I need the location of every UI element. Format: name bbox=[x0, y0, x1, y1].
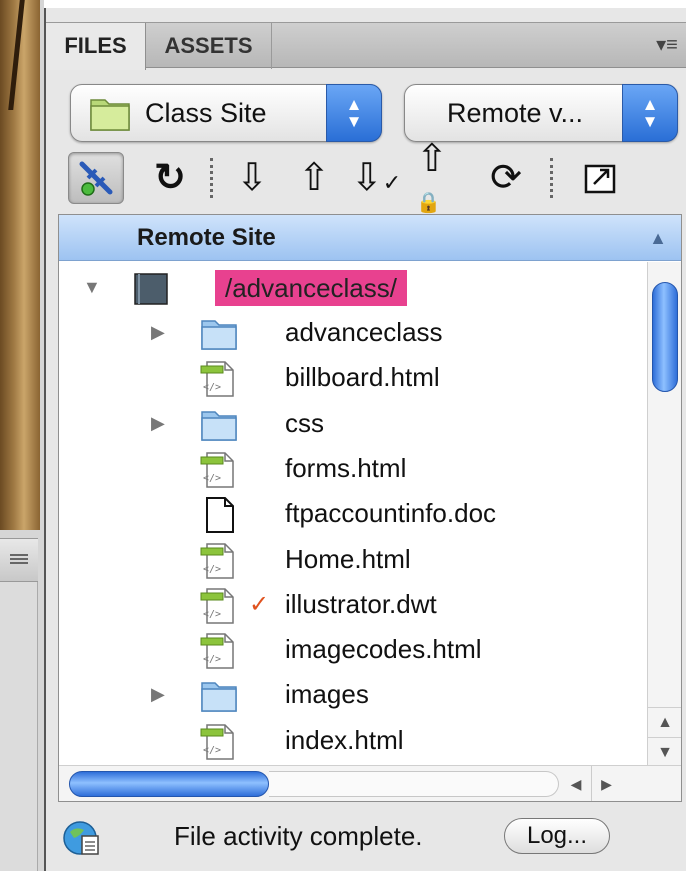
expand-triangle-icon[interactable]: ▶ bbox=[151, 413, 165, 433]
status-bar: File activity complete. Log... bbox=[46, 808, 686, 864]
html-file-icon: </> bbox=[200, 452, 234, 488]
site-select-value: Class Site bbox=[145, 98, 267, 128]
synchronize-icon: ⟳ bbox=[490, 157, 522, 199]
list-item[interactable]: ▶ advanceclass bbox=[59, 310, 639, 355]
collapse-triangle-icon[interactable]: ▼ bbox=[83, 277, 101, 297]
status-message: File activity complete. bbox=[174, 821, 423, 851]
horizontal-scroll-thumb[interactable] bbox=[69, 771, 269, 797]
put-files-button[interactable]: ⇧ bbox=[290, 154, 338, 202]
expand-triangle-icon[interactable]: ▶ bbox=[151, 322, 165, 342]
panel-tab-bar: FILES ASSETS ▾≡ bbox=[46, 22, 686, 70]
refresh-icon: ↻ bbox=[154, 157, 186, 199]
vertical-scroll-thumb[interactable] bbox=[652, 282, 678, 392]
list-item[interactable]: </> ✓ illustrator.dwt bbox=[59, 582, 639, 627]
tab-files[interactable]: FILES bbox=[46, 23, 146, 70]
file-name: illustrator.dwt bbox=[285, 588, 437, 619]
refresh-button[interactable]: ↻ bbox=[146, 154, 194, 202]
put-files-icon: ⇧ bbox=[298, 157, 330, 199]
svg-text:</>: </> bbox=[203, 745, 221, 756]
file-name: index.html bbox=[285, 724, 404, 755]
html-file-icon: </> bbox=[200, 542, 234, 579]
horizontal-scrollbar[interactable]: ◀ ▶ bbox=[59, 765, 681, 801]
list-header-title: Remote Site bbox=[137, 224, 276, 251]
list-item[interactable]: </> forms.html bbox=[59, 446, 639, 491]
site-folder-icon bbox=[90, 99, 130, 131]
site-select-arrows-icon: ▲ ▼ bbox=[326, 84, 382, 142]
expand-icon bbox=[584, 164, 616, 194]
remote-file-list: Remote Site ▲ ▼ /advanceclass/ ▶ advancec… bbox=[58, 214, 682, 802]
check-in-button[interactable]: ⇧🔒 bbox=[416, 140, 464, 213]
file-name: advanceclass bbox=[285, 317, 443, 347]
svg-text:</>: </> bbox=[203, 382, 221, 393]
list-item[interactable]: </> Home.html bbox=[59, 537, 639, 582]
check-in-icon: ⇧🔒 bbox=[416, 138, 448, 214]
list-item[interactable]: ftpaccountinfo.doc bbox=[59, 491, 639, 536]
svg-text:</>: </> bbox=[203, 564, 221, 575]
svg-text:</>: </> bbox=[203, 609, 221, 620]
root-folder-row[interactable]: ▼ /advanceclass/ bbox=[59, 265, 639, 310]
file-name: css bbox=[285, 407, 324, 438]
get-files-icon: ⇩ bbox=[236, 157, 268, 199]
scroll-right-arrow-icon[interactable]: ▶ bbox=[591, 766, 621, 801]
view-select-value: Remote v... bbox=[447, 98, 584, 128]
connect-button[interactable] bbox=[68, 152, 124, 204]
html-file-icon: </> bbox=[200, 361, 234, 398]
list-item[interactable]: </> imagecodes.html bbox=[59, 627, 639, 672]
root-folder-name: /advanceclass/ bbox=[215, 270, 407, 306]
sort-ascending-icon: ▲ bbox=[649, 228, 667, 248]
list-item[interactable]: ▶ css bbox=[59, 401, 639, 446]
grip-icon bbox=[10, 554, 28, 566]
log-button[interactable]: Log... bbox=[504, 818, 610, 854]
view-select[interactable]: Remote v... ▲ ▼ bbox=[404, 84, 678, 142]
file-activity-icon[interactable] bbox=[62, 818, 102, 858]
list-item[interactable]: </> billboard.html bbox=[59, 355, 639, 400]
list-item[interactable]: ▶ images bbox=[59, 672, 639, 717]
horizontal-scroll-track[interactable] bbox=[269, 771, 559, 797]
list-item[interactable]: </> index.html bbox=[59, 718, 639, 763]
folder-icon bbox=[201, 410, 237, 441]
folder-icon bbox=[201, 682, 237, 713]
expand-triangle-icon[interactable]: ▶ bbox=[151, 684, 165, 704]
toolbar-separator bbox=[550, 158, 553, 198]
connect-icon bbox=[79, 161, 113, 196]
folder-icon bbox=[201, 320, 237, 350]
scroll-down-arrow-icon[interactable]: ▼ bbox=[648, 737, 681, 767]
get-files-button[interactable]: ⇩ bbox=[228, 154, 276, 202]
background-panel bbox=[0, 582, 38, 871]
panel-resize-handle[interactable] bbox=[0, 538, 38, 582]
file-name: images bbox=[285, 679, 369, 710]
tab-assets[interactable]: ASSETS bbox=[146, 23, 272, 69]
check-out-button[interactable]: ⇩✓ bbox=[350, 154, 402, 202]
checked-out-icon: ✓ bbox=[249, 590, 270, 618]
expand-button[interactable] bbox=[576, 154, 624, 202]
file-name: Home.html bbox=[285, 543, 411, 574]
scroll-left-arrow-icon[interactable]: ◀ bbox=[561, 766, 591, 801]
files-panel: FILES ASSETS ▾≡ Class Site ▲ ▼ Remote v..… bbox=[44, 8, 686, 871]
document-icon bbox=[206, 497, 234, 534]
background-window bbox=[0, 0, 44, 871]
toolbar-separator bbox=[210, 158, 213, 198]
remote-folder-icon bbox=[134, 273, 168, 305]
file-name: ftpaccountinfo.doc bbox=[285, 498, 497, 529]
svg-text:</>: </> bbox=[203, 654, 221, 665]
synchronize-button[interactable]: ⟳ bbox=[482, 154, 530, 202]
scroll-up-arrow-icon[interactable]: ▲ bbox=[648, 707, 681, 737]
file-name: forms.html bbox=[285, 452, 407, 483]
svg-text:</>: </> bbox=[203, 473, 221, 484]
file-name: billboard.html bbox=[285, 362, 440, 393]
file-name: imagecodes.html bbox=[285, 634, 482, 665]
html-file-icon: </> bbox=[200, 633, 234, 669]
files-toolbar: ↻ ⇩ ⇧ ⇩✓ ⇧🔒 ⟳ bbox=[46, 140, 686, 213]
view-select-arrows-icon: ▲ ▼ bbox=[622, 84, 678, 142]
desktop-background bbox=[0, 0, 40, 530]
vertical-scrollbar[interactable]: ▲ ▼ bbox=[647, 262, 681, 767]
list-header[interactable]: Remote Site ▲ bbox=[59, 215, 681, 261]
html-file-icon: </> bbox=[200, 723, 234, 760]
site-select[interactable]: Class Site ▲ ▼ bbox=[70, 84, 382, 142]
panel-options-icon[interactable]: ▾≡ bbox=[652, 33, 682, 57]
check-out-icon: ⇩✓ bbox=[350, 157, 402, 199]
html-file-icon: </> bbox=[200, 588, 234, 624]
